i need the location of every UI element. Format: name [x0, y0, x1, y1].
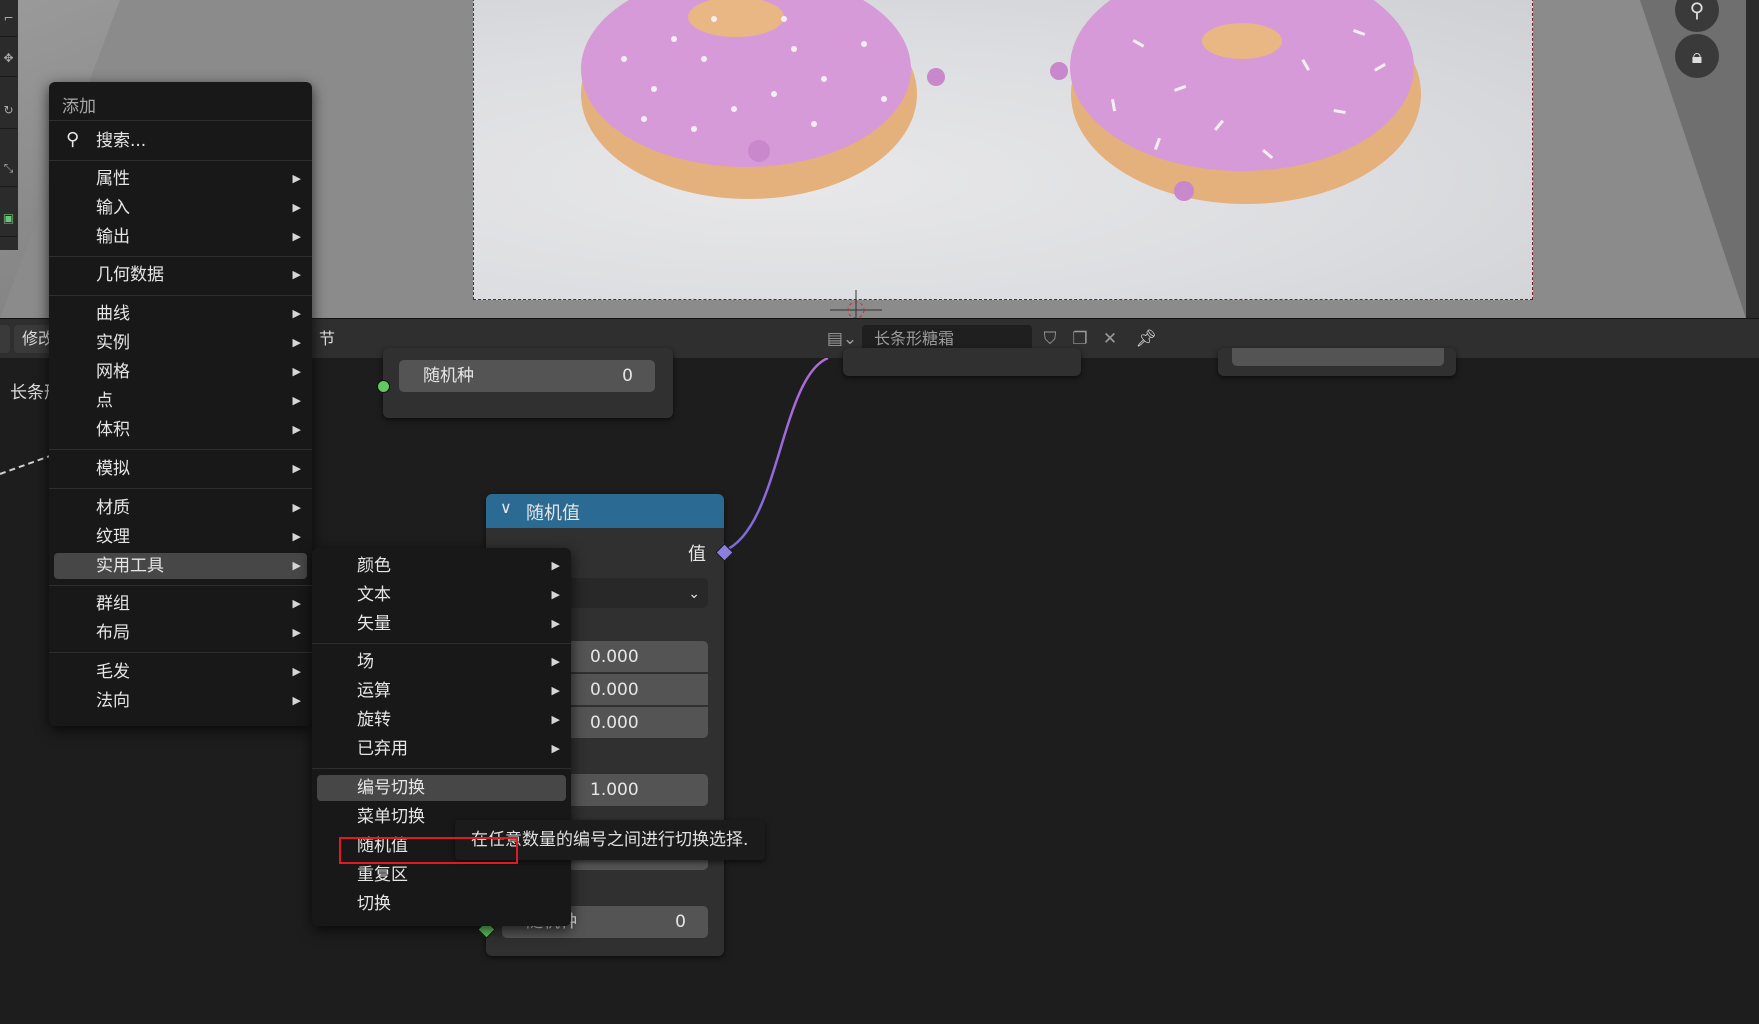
tool-rotate-icon[interactable]: ↻: [0, 92, 17, 129]
pin-icon[interactable]: 📌︎: [1132, 325, 1160, 353]
menu-separator: [49, 295, 312, 296]
dropdown-chevron-icon: ⌄: [688, 586, 700, 602]
menu-separator: [312, 643, 571, 644]
menu-item-simulation[interactable]: 模拟 ▶: [54, 456, 307, 482]
submenu-item-color[interactable]: 颜色 ▶: [317, 553, 566, 579]
viewport-toolbar: ⌐ ✥ ↻ ⤡ ▣: [0, 0, 18, 250]
origin-cursor-icon: [830, 290, 882, 318]
menu-item-material[interactable]: 材质 ▶: [54, 495, 307, 521]
menu-separator: [49, 120, 312, 121]
seed-input-socket[interactable]: [377, 380, 390, 393]
add-menu-title: 添加: [62, 97, 96, 117]
random-value-node-title: 随机值: [526, 503, 580, 524]
random-value-node-header[interactable]: ∨ 随机值: [486, 494, 724, 528]
menu-item-point[interactable]: 点 ▶: [54, 388, 307, 414]
viewport-right-panel-edge[interactable]: [1746, 0, 1759, 318]
menu-item-curve[interactable]: 曲线 ▶: [54, 301, 307, 327]
editor-type-button[interactable]: [0, 325, 10, 353]
search-icon: ⚲: [66, 129, 80, 150]
menu-item-output[interactable]: 输出 ▶: [54, 224, 307, 250]
menu-separator: [312, 768, 571, 769]
lock-icon[interactable]: 🔒︎: [1675, 34, 1719, 78]
menu-separator: [49, 256, 312, 257]
node-partial-top-middle[interactable]: [843, 348, 1081, 376]
value-link: [723, 358, 829, 553]
submenu-item-deprecated[interactable]: 已弃用 ▶: [317, 736, 566, 762]
submenu-item-text[interactable]: 文本 ▶: [317, 582, 566, 608]
submenu-item-field[interactable]: 场 ▶: [317, 649, 566, 675]
donut-render: [581, 0, 1421, 204]
tool-transform-icon[interactable]: ▣: [0, 200, 17, 237]
value-output-label: 值: [688, 544, 706, 565]
node-partial-field[interactable]: [1232, 348, 1444, 366]
utilities-submenu: 颜色 ▶ 文本 ▶ 矢量 ▶ 场 ▶ 运算 ▶ 旋转 ▶ 已弃用 ▶ 编号切换 菜单切换 随机…: [312, 548, 571, 926]
seed-field[interactable]: 随机种 0: [399, 360, 655, 392]
menu-item-instances[interactable]: 实例 ▶: [54, 330, 307, 356]
submenu-item-vector[interactable]: 矢量 ▶: [317, 611, 566, 637]
menu-item-utilities[interactable]: 实用工具 ▶: [54, 553, 307, 579]
menu-item-input[interactable]: 输入 ▶: [54, 195, 307, 221]
menu-separator: [49, 449, 312, 450]
add-menu: 添加 ⚲ 搜索... 属性 ▶ 输入 ▶ 输出 ▶ 几何数据 ▶ 曲线 ▶ 实例 ▶ 网格 ▶…: [49, 82, 312, 726]
menu-separator: [49, 160, 312, 161]
tooltip: 在任意数量的编号之间进行切换选择.: [455, 820, 765, 860]
close-icon[interactable]: ✕: [1096, 325, 1124, 353]
side-node-label: 长条形: [10, 383, 50, 403]
menu-separator: [49, 652, 312, 653]
collapse-chevron-icon[interactable]: ∨: [500, 498, 512, 517]
submenu-item-repeat-zone[interactable]: 重复区: [317, 862, 566, 888]
menu-item-texture[interactable]: 纹理 ▶: [54, 524, 307, 550]
menu-item-normal[interactable]: 法向 ▶: [54, 688, 307, 714]
tool-move-icon[interactable]: ✥: [0, 40, 17, 77]
tool-scale-icon[interactable]: ⤡: [0, 150, 17, 187]
menu-item-layout[interactable]: 布局 ▶: [54, 620, 307, 646]
menu-item-group[interactable]: 群组 ▶: [54, 591, 307, 617]
submenu-item-switch[interactable]: 切换: [317, 891, 566, 917]
menu-item-geometry[interactable]: 几何数据 ▶: [54, 262, 307, 288]
menu-separator: [49, 585, 312, 586]
menu-item-volume[interactable]: 体积 ▶: [54, 417, 307, 443]
submenu-item-index-switch[interactable]: 编号切换: [317, 775, 566, 801]
menu-separator: [49, 488, 312, 489]
menu-item-hair[interactable]: 毛发 ▶: [54, 659, 307, 685]
menu-item-attribute[interactable]: 属性 ▶: [54, 166, 307, 192]
tool-select-icon[interactable]: ⌐: [0, 0, 17, 37]
node-partial-top-left[interactable]: 随机种 0: [383, 348, 673, 418]
search-menu-item[interactable]: ⚲ 搜索...: [54, 126, 307, 156]
node-partial-top-right[interactable]: [1218, 348, 1456, 376]
submenu-item-rotation[interactable]: 旋转 ▶: [317, 707, 566, 733]
submenu-item-math[interactable]: 运算 ▶: [317, 678, 566, 704]
search-label: 搜索...: [96, 131, 147, 151]
menu-item-mesh[interactable]: 网格 ▶: [54, 359, 307, 385]
camera-frame: [473, 0, 1533, 300]
